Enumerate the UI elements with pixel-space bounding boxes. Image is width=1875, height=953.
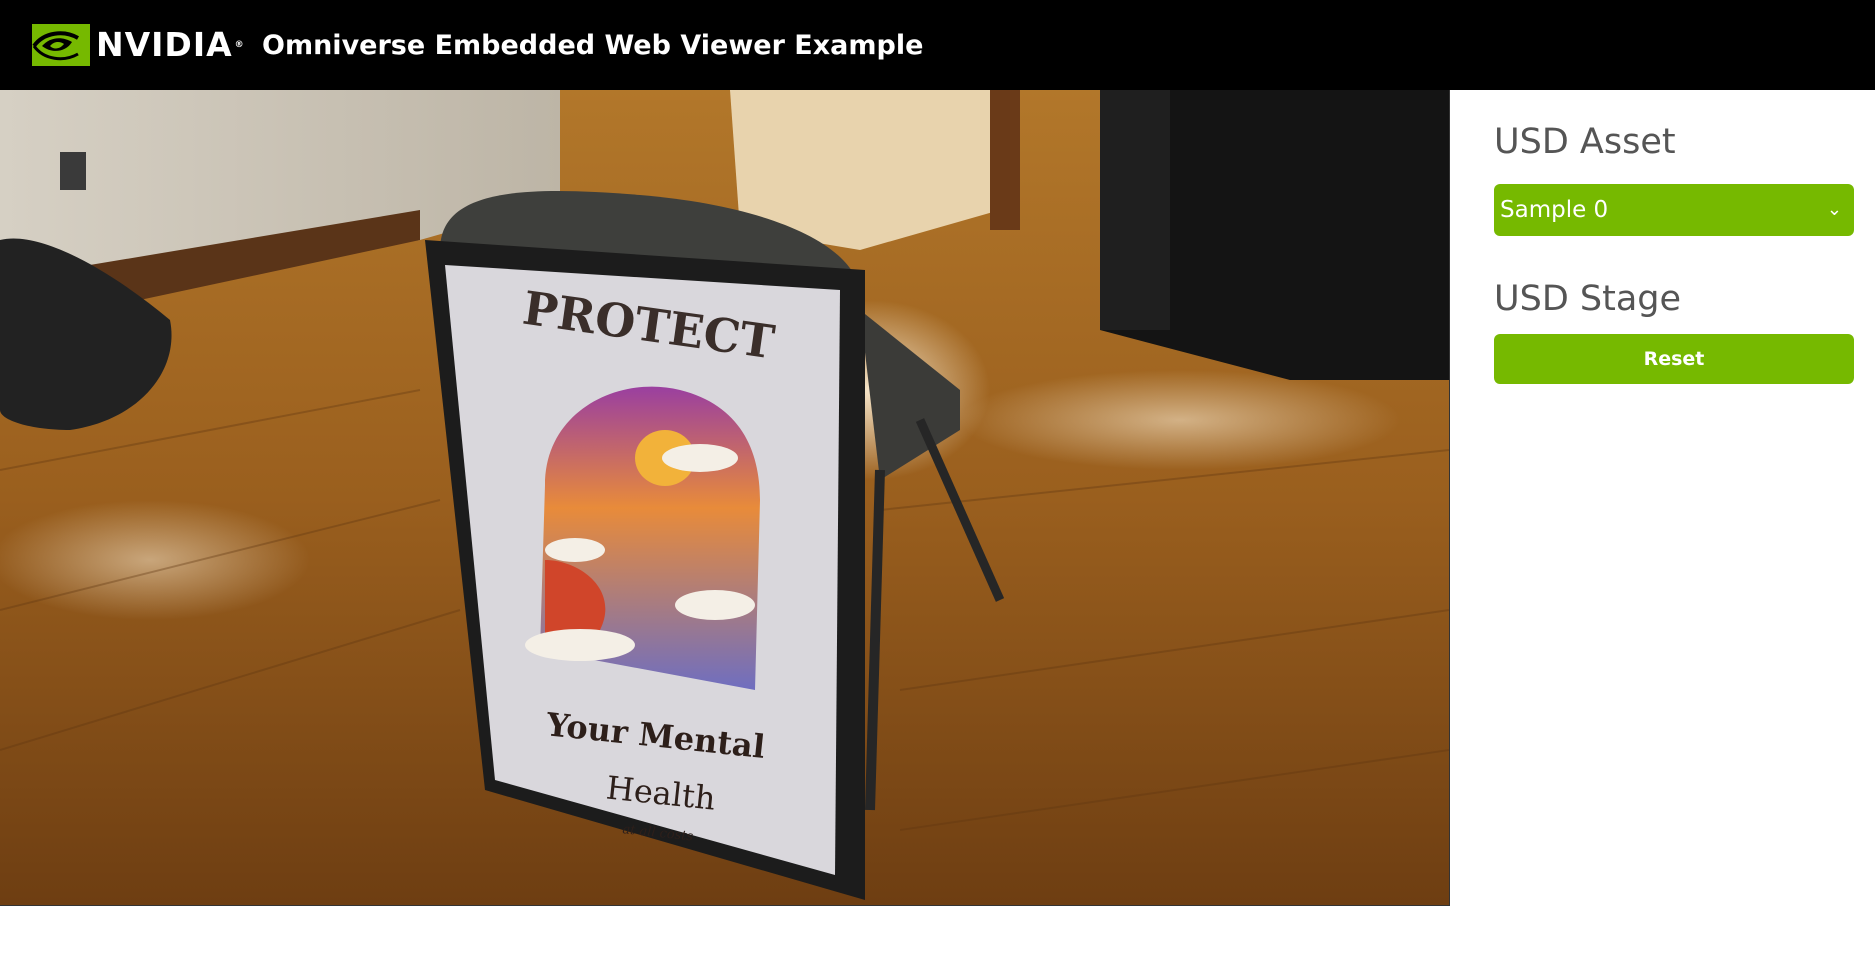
usd-stage-title: USD Stage <box>1494 279 1682 319</box>
scene-image: PROTECT Your Mental Health at all costs <box>0 90 1449 905</box>
usd-asset-select[interactable]: Sample 0 ⌄ <box>1494 184 1854 236</box>
page-title: Omniverse Embedded Web Viewer Example <box>262 30 924 61</box>
registered-mark: ® <box>234 40 245 50</box>
chevron-down-icon: ⌄ <box>1826 199 1842 220</box>
nvidia-logo: NVIDIA ® <box>32 24 245 66</box>
app-header: NVIDIA ® Omniverse Embedded Web Viewer Ex… <box>0 0 1875 90</box>
usd-asset-title: USD Asset <box>1494 122 1676 162</box>
reset-button[interactable]: Reset <box>1494 334 1854 384</box>
stream-viewport[interactable]: PROTECT Your Mental Health at all costs <box>0 90 1450 906</box>
brand-name: NVIDIA <box>96 25 233 64</box>
nvidia-eye-icon <box>32 24 90 66</box>
usd-asset-select-value: Sample 0 <box>1500 197 1609 223</box>
